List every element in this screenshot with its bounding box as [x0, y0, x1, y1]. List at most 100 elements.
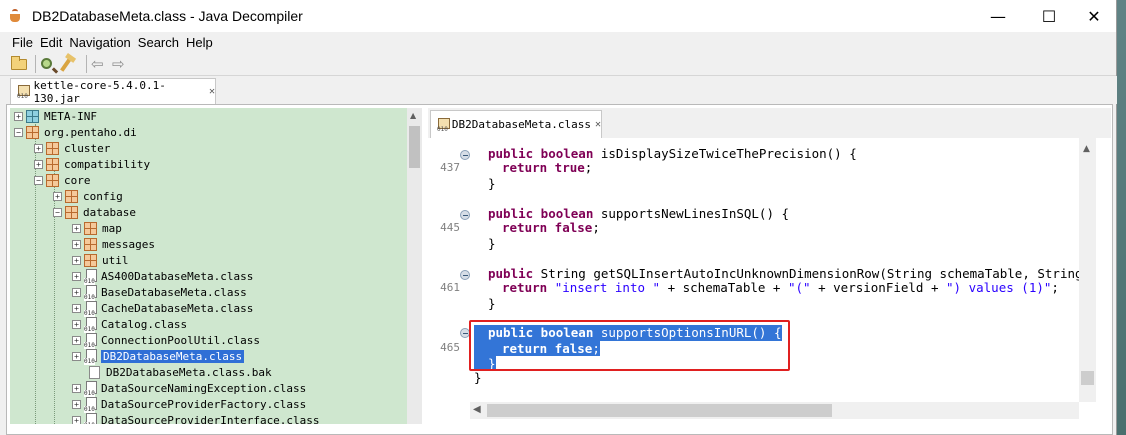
- tree-item[interactable]: + META-INF: [14, 108, 97, 124]
- menu-file[interactable]: File: [12, 35, 33, 50]
- search-icon: [41, 57, 52, 69]
- tab-close-icon[interactable]: ✕: [209, 86, 215, 97]
- line-number: 445: [440, 221, 460, 234]
- tree-item[interactable]: + compatibility: [34, 156, 150, 172]
- archive-tabs: 010 kettle-core-5.4.0.1-130.jar ✕: [0, 76, 1117, 105]
- tree-item[interactable]: + util: [72, 252, 129, 268]
- package-icon: [65, 205, 78, 219]
- tree-item-label: org.pentaho.di: [44, 125, 137, 139]
- tree-item[interactable]: + 010 BaseDatabaseMeta.class: [72, 284, 247, 301]
- jar-archive-icon: 010: [17, 84, 31, 100]
- scroll-thumb[interactable]: [409, 126, 420, 168]
- tree-item[interactable]: + 010 Catalog.class: [72, 316, 188, 333]
- package-icon: [46, 141, 59, 155]
- forward-button[interactable]: ⇨: [112, 55, 130, 73]
- tree-item[interactable]: + 010 DataSourceProviderFactory.class: [72, 396, 307, 413]
- tab-db2databasemeta[interactable]: 010 DB2DatabaseMeta.class ✕: [430, 110, 602, 138]
- code-line: }: [488, 176, 496, 191]
- expand-icon[interactable]: +: [72, 351, 81, 361]
- close-button[interactable]: ✕: [1071, 0, 1117, 32]
- editor-horizontal-scrollbar[interactable]: ◀: [470, 402, 1079, 419]
- tree-item[interactable]: − core: [34, 172, 91, 188]
- tab-close-icon[interactable]: ✕: [595, 119, 601, 130]
- expand-icon[interactable]: +: [34, 143, 43, 153]
- tree-item[interactable]: + cluster: [34, 140, 110, 156]
- collapse-icon[interactable]: −: [53, 207, 62, 217]
- tree-item[interactable]: − org.pentaho.di: [14, 124, 137, 140]
- expand-icon[interactable]: +: [72, 255, 81, 265]
- tree-item-label: AS400DatabaseMeta.class: [101, 269, 254, 283]
- scroll-up-icon[interactable]: ▲: [410, 111, 416, 120]
- menu-search[interactable]: Search: [138, 35, 179, 50]
- code-line: }: [474, 370, 482, 385]
- tree-item-label: cluster: [64, 141, 111, 155]
- collapse-icon[interactable]: −: [34, 175, 43, 185]
- tree-item[interactable]: + 010 CacheDatabaseMeta.class: [72, 300, 253, 317]
- tree-item-label: database: [83, 205, 136, 219]
- menu-help[interactable]: Help: [186, 35, 213, 50]
- back-button[interactable]: ⇦: [91, 55, 109, 73]
- tree-item[interactable]: + 010 DataSourceProviderInterface.class: [72, 412, 320, 424]
- expand-icon[interactable]: +: [72, 287, 81, 297]
- collapse-icon[interactable]: −: [14, 127, 23, 137]
- tree-vertical-scrollbar[interactable]: ▲: [407, 108, 422, 424]
- fold-toggle-icon[interactable]: [460, 210, 470, 220]
- maximize-button[interactable]: ☐: [1026, 0, 1072, 32]
- expand-icon[interactable]: +: [72, 223, 81, 233]
- file-icon: [89, 365, 100, 379]
- expand-icon[interactable]: +: [72, 239, 81, 249]
- scroll-up-icon[interactable]: ▲: [1083, 144, 1090, 154]
- folder-open-icon: [11, 55, 27, 70]
- expand-icon[interactable]: +: [53, 191, 62, 201]
- open-type-hierarchy-button[interactable]: [60, 55, 79, 73]
- class-file-icon: 010: [84, 284, 97, 301]
- tree-item[interactable]: + 010 DataSourceNamingException.class: [72, 380, 307, 397]
- class-file-icon: 010: [84, 348, 97, 365]
- tree-item[interactable]: + map: [72, 220, 122, 236]
- tree-item-label: DataSourceProviderFactory.class: [101, 397, 307, 411]
- tree-item[interactable]: + 010 AS400DatabaseMeta.class: [72, 268, 254, 285]
- tree-item-label: messages: [102, 237, 155, 251]
- tree-item[interactable]: + 010 ConnectionPoolUtil.class: [72, 332, 260, 349]
- tree-item-selected[interactable]: + 010 DB2DatabaseMeta.class: [72, 348, 245, 365]
- expand-icon[interactable]: +: [34, 159, 43, 169]
- tree-item[interactable]: − database: [53, 204, 136, 220]
- class-file-icon: 010: [84, 380, 97, 397]
- tree-item-label: Catalog.class: [101, 317, 188, 331]
- class-file-icon: 010: [84, 316, 97, 333]
- expand-icon[interactable]: +: [72, 383, 81, 393]
- open-file-button[interactable]: [10, 55, 28, 73]
- fold-toggle-icon[interactable]: [460, 150, 470, 160]
- expand-icon[interactable]: +: [72, 335, 81, 345]
- package-tree[interactable]: + META-INF − org.pentaho.di + cluster + …: [10, 108, 407, 424]
- tree-item-label: DataSourceNamingException.class: [101, 381, 307, 395]
- scroll-left-icon[interactable]: ◀: [473, 404, 481, 415]
- tree-item-label: DataSourceProviderInterface.class: [101, 413, 320, 425]
- code-line: return "insert into " + schemaTable + "(…: [502, 280, 1059, 295]
- class-file-icon: 010: [84, 332, 97, 349]
- expand-icon[interactable]: +: [72, 415, 81, 424]
- expand-icon[interactable]: +: [72, 319, 81, 329]
- expand-icon[interactable]: +: [72, 399, 81, 409]
- code-line: return false;: [502, 220, 600, 235]
- open-type-button[interactable]: [40, 55, 58, 73]
- tree-item[interactable]: + messages: [72, 236, 155, 252]
- class-file-icon: 010: [84, 412, 97, 424]
- expand-icon[interactable]: +: [72, 303, 81, 313]
- tree-item[interactable]: + config: [53, 188, 123, 204]
- fold-toggle-icon[interactable]: [460, 270, 470, 280]
- tree-item[interactable]: DB2DatabaseMeta.class.bak: [89, 364, 272, 380]
- expand-icon[interactable]: +: [72, 271, 81, 281]
- minimize-button[interactable]: —: [975, 0, 1021, 32]
- scroll-thumb[interactable]: [487, 404, 832, 417]
- java-decompiler-window: DB2DatabaseMeta.class - Java Decompiler …: [0, 0, 1117, 435]
- package-icon: [46, 157, 59, 171]
- editor-tabs: 010 DB2DatabaseMeta.class ✕: [428, 108, 1111, 138]
- editor-vertical-scrollbar[interactable]: ▲: [1079, 138, 1096, 402]
- expand-icon[interactable]: +: [14, 111, 23, 121]
- scroll-thumb[interactable]: [1081, 371, 1094, 385]
- menu-edit[interactable]: Edit: [40, 35, 62, 50]
- menu-navigation[interactable]: Navigation: [69, 35, 130, 50]
- code-line: }: [488, 296, 496, 311]
- tab-jar-archive[interactable]: 010 kettle-core-5.4.0.1-130.jar ✕: [10, 78, 216, 105]
